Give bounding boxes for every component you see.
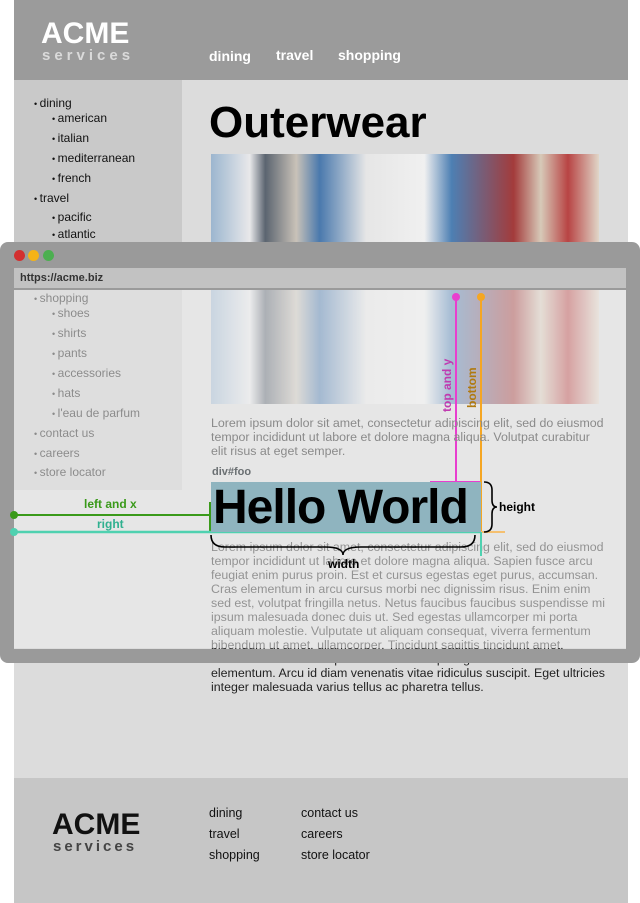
footer-link[interactable]: dining [209,806,242,820]
logo-sub: services [42,47,135,64]
top-label: top and y [440,358,454,412]
sidebar-item[interactable]: american [52,111,107,125]
sidebar-item[interactable]: hats [52,386,81,400]
bottom-label: bottom [465,367,479,408]
sidebar-item[interactable]: shoes [52,306,90,320]
site-footer: ACME services dining travel shopping con… [14,778,628,903]
nav-dining[interactable]: dining [209,48,251,64]
sidebar-item[interactable]: accessories [52,366,121,380]
sidebar-item[interactable]: pacific [52,210,92,224]
footer-logo: ACME [52,808,141,841]
sidebar-item[interactable]: mediterranean [52,151,135,165]
nav-travel[interactable]: travel [276,47,313,63]
height-label: height [499,500,535,514]
footer-link[interactable]: contact us [301,806,358,820]
nav-shopping[interactable]: shopping [338,47,401,63]
width-label: width [328,557,360,571]
page-title: Outerwear [209,98,427,147]
sidebar-item[interactable]: pants [52,346,87,360]
footer-link[interactable]: travel [209,827,240,841]
minimize-window-icon[interactable] [28,250,39,261]
sidebar-item[interactable]: atlantic [52,227,96,241]
sidebar-item[interactable]: french [52,171,91,185]
footer-link[interactable]: store locator [301,848,370,862]
paragraph: Lorem ipsum dolor sit amet, consectetur … [211,540,605,694]
sidebar-item[interactable]: careers [34,446,80,460]
right-label: right [97,517,124,531]
sidebar-item[interactable]: dining [34,96,72,110]
sidebar-item[interactable]: italian [52,131,89,145]
sidebar-item[interactable]: shirts [52,326,87,340]
element-label: div#foo [212,466,252,478]
hello-world: Hello World [213,481,469,534]
url-bar[interactable]: https://acme.biz [14,268,626,288]
sidebar-item[interactable]: contact us [34,426,95,440]
close-window-icon[interactable] [14,250,25,261]
sidebar-item[interactable]: travel [34,191,69,205]
left-label: left and x [84,497,137,511]
footer-link[interactable]: careers [301,827,343,841]
maximize-window-icon[interactable] [43,250,54,261]
sidebar-item[interactable]: l'eau de parfum [52,406,140,420]
site-header: ACME services dining travel shopping [14,0,628,80]
paragraph: Lorem ipsum dolor sit amet, consectetur … [211,416,604,458]
sidebar-item[interactable]: shopping [34,291,89,305]
sidebar-item[interactable]: store locator [34,465,106,479]
logo: ACME [41,17,130,50]
footer-link[interactable]: shopping [209,848,260,862]
footer-logo-sub: services [53,838,138,855]
